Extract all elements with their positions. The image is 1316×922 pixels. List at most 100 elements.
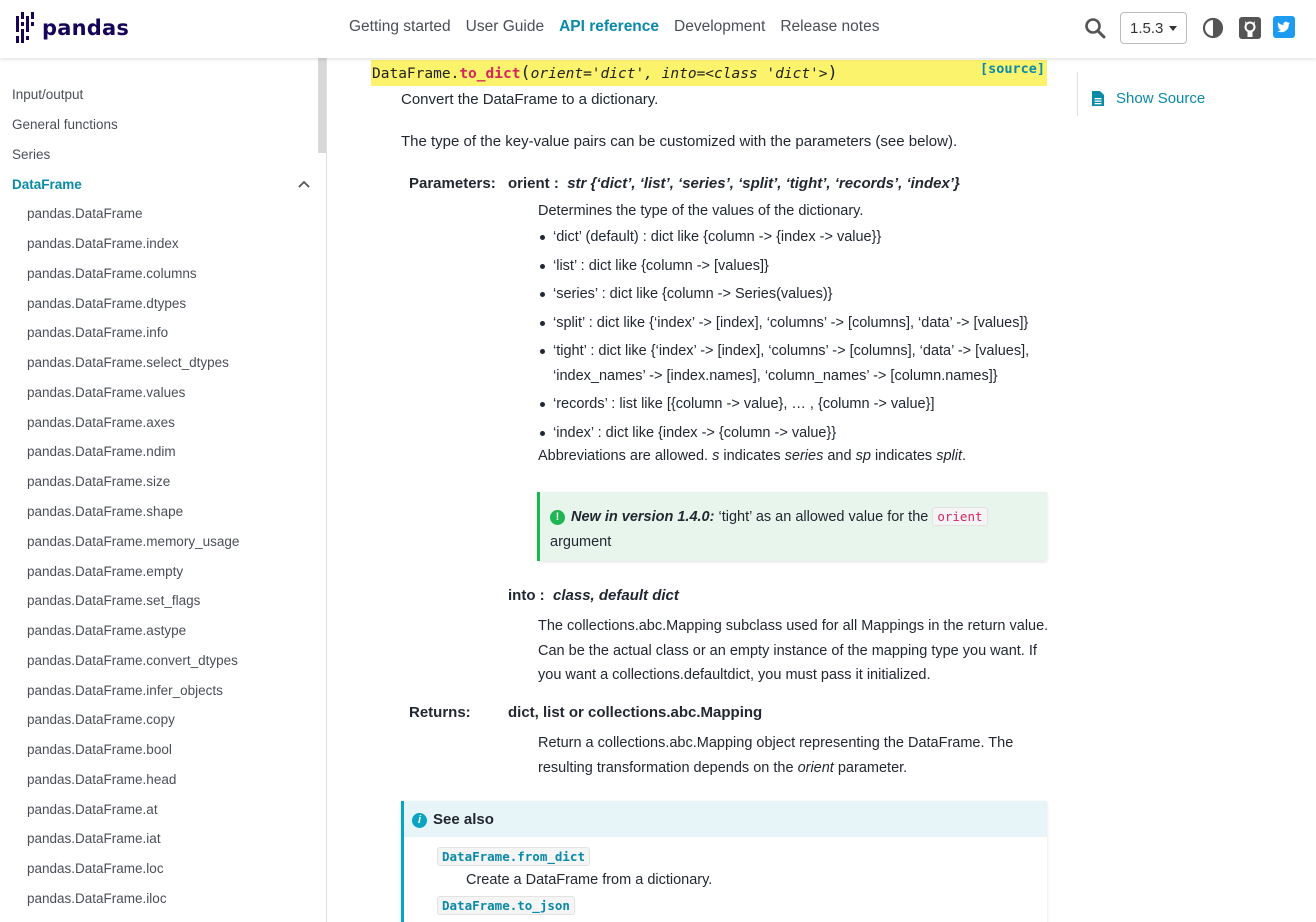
param-orient-description: Determines the type of the values of the… — [538, 203, 864, 219]
param-orient-name: orient — [508, 175, 550, 192]
nav-api-reference[interactable]: API reference — [559, 18, 659, 36]
sidebar-subitem[interactable]: pandas.DataFrame.select_dtypes — [27, 355, 229, 370]
sidebar-subitem[interactable]: pandas.DataFrame.shape — [27, 504, 183, 519]
returns-desc-part: Return a collections.abc.Mapping object … — [538, 735, 1014, 776]
param-into-separator: : — [535, 587, 549, 604]
list-item: ‘list’ : dict like {column -> [values]} — [538, 254, 1053, 279]
signature-open-paren: ( — [520, 63, 531, 83]
function-signature: DataFrame.to_dict(orient='dict', into=<c… — [371, 60, 1047, 86]
orient-options-list: ‘dict’ (default) : dict like {column -> … — [538, 225, 1053, 449]
sidebar-subitem[interactable]: pandas.DataFrame — [27, 206, 143, 221]
sidebar-scrollbar[interactable] — [318, 58, 326, 153]
sidebar-subitem[interactable]: pandas.DataFrame.convert_dtypes — [27, 653, 238, 668]
sidebar-subitem[interactable]: pandas.DataFrame.iat — [27, 831, 161, 846]
document-icon — [1092, 91, 1104, 106]
twitter-icon[interactable] — [1273, 16, 1295, 38]
chevron-up-icon[interactable] — [298, 180, 310, 188]
theme-toggle-icon[interactable] — [1202, 17, 1224, 39]
top-navbar: pandas Getting started User Guide API re… — [0, 0, 1316, 58]
nav-user-guide[interactable]: User Guide — [466, 18, 544, 36]
sidebar-subitem[interactable]: pandas.DataFrame.columns — [27, 266, 197, 281]
sidebar-subitem[interactable]: pandas.DataFrame.at — [27, 802, 158, 817]
sidebar-subitem[interactable]: pandas.DataFrame.ndim — [27, 444, 176, 459]
sidebar-subitem[interactable]: pandas.DataFrame.head — [27, 772, 176, 787]
abbrev-part: Abbreviations are allowed. — [538, 448, 713, 464]
page-toc: Show Source — [1077, 72, 1277, 116]
list-item: ‘tight’ : dict like {‘index’ -> [index],… — [538, 339, 1053, 388]
signature-class: DataFrame. — [372, 66, 460, 82]
signature-value-into: =<class 'dict'> — [696, 66, 828, 82]
sidebar-item-general-functions[interactable]: General functions — [12, 117, 118, 132]
sidebar-subitem[interactable]: pandas.DataFrame.astype — [27, 623, 186, 638]
signature-close-paren: ) — [827, 63, 838, 83]
returns-desc-orient: orient — [797, 759, 834, 776]
list-item: ‘dict’ (default) : dict like {column -> … — [538, 225, 1053, 250]
list-item: ‘index’ : dict like {index -> {column ->… — [538, 421, 1053, 446]
list-item: ‘records’ : list like [{column -> value}… — [538, 392, 1053, 417]
see-also-title: i See also — [412, 811, 494, 828]
main-content: DataFrame.to_dict(orient='dict', into=<c… — [327, 58, 1067, 922]
sidebar-subitem[interactable]: pandas.DataFrame.axes — [27, 415, 175, 430]
nav-development[interactable]: Development — [674, 18, 765, 36]
see-also-desc-from-dict: Create a DataFrame from a dictionary. — [466, 872, 713, 888]
see-also-link-from-dict[interactable]: DataFrame.from_dict — [437, 847, 590, 866]
pandas-logo[interactable]: pandas — [16, 12, 129, 44]
sidebar-subitem[interactable]: pandas.DataFrame.empty — [27, 564, 183, 579]
github-icon[interactable] — [1239, 17, 1261, 39]
list-item: ‘split’ : dict like {‘index’ -> [index],… — [538, 311, 1053, 336]
sidebar-subitem[interactable]: pandas.DataFrame.memory_usage — [27, 534, 239, 549]
abbrev-sp: sp — [855, 448, 871, 464]
see-also-header: i See also — [404, 801, 1047, 837]
param-orient-type: str {‘dict’, ‘list’, ‘series’, ‘split’, … — [567, 175, 960, 192]
sidebar-subitem[interactable]: pandas.DataFrame.bool — [27, 742, 172, 757]
note-body: ‘tight’ as an allowed value for the — [714, 509, 933, 525]
signature-param-orient: orient — [530, 66, 584, 82]
exclamation-icon: ! — [550, 510, 565, 525]
returns-desc-part: parameter. — [833, 759, 908, 776]
show-source-link[interactable]: Show Source — [1092, 90, 1205, 107]
logo-text: pandas — [42, 16, 130, 40]
parameters-label: Parameters: — [409, 175, 496, 192]
sidebar-subitem[interactable]: pandas.DataFrame.size — [27, 474, 170, 489]
sidebar-item-dataframe[interactable]: DataFrame — [12, 177, 82, 192]
abbrev-series: series — [784, 448, 824, 464]
version-switcher[interactable]: 1.5.3 — [1120, 12, 1187, 44]
sidebar-subitem[interactable]: pandas.DataFrame.index — [27, 236, 179, 251]
pandas-logo-icon — [16, 12, 36, 44]
sidebar-subitem[interactable]: pandas.DataFrame.values — [27, 385, 185, 400]
sidebar-subitem[interactable]: pandas.DataFrame.iloc — [27, 891, 167, 906]
version-label: 1.5.3 — [1130, 19, 1164, 37]
returns-label: Returns: — [409, 704, 471, 721]
see-also-link-to-json[interactable]: DataFrame.to_json — [437, 896, 575, 915]
signature-text: DataFrame.to_dict(orient='dict', into=<c… — [372, 63, 838, 83]
sidebar-subitem[interactable]: pandas.DataFrame.copy — [27, 712, 175, 727]
param-into-heading: into : class, default dict — [508, 587, 679, 604]
sidebar-subitem[interactable]: pandas.DataFrame.set_flags — [27, 593, 200, 608]
returns-type: dict, list or collections.abc.Mapping — [508, 704, 763, 721]
sidebar-subitem[interactable]: pandas.DataFrame.infer_objects — [27, 683, 223, 698]
param-into-name: into — [508, 587, 536, 604]
abbrev-part: and — [823, 448, 856, 464]
see-also-title-text: See also — [433, 811, 494, 828]
param-orient-heading: orient : str {‘dict’, ‘list’, ‘series’, … — [508, 175, 960, 192]
abbrev-part: . — [962, 448, 967, 464]
sidebar-subitem[interactable]: pandas.DataFrame.loc — [27, 861, 164, 876]
sidebar-item-series[interactable]: Series — [12, 147, 50, 162]
note-text: ! New in version 1.4.0: ‘tight’ as an all… — [550, 504, 1040, 555]
nav-release-notes[interactable]: Release notes — [780, 18, 879, 36]
abbrev-part: indicates — [870, 448, 937, 464]
sidebar-subitem[interactable]: pandas.DataFrame.dtypes — [27, 296, 186, 311]
abbrev-split: split — [936, 448, 963, 464]
sidebar: Input/output General functions Series Da… — [0, 58, 327, 922]
sidebar-subitem[interactable]: pandas.DataFrame.info — [27, 325, 168, 340]
sidebar-item-input-output[interactable]: Input/output — [12, 87, 83, 102]
show-source-label: Show Source — [1116, 90, 1206, 107]
note-label: New in version 1.4.0: — [571, 509, 715, 525]
note-tail: argument — [550, 534, 612, 550]
abbrev-part: indicates — [719, 448, 785, 464]
source-link[interactable]: [source] — [980, 61, 1045, 77]
signature-function-name: to_dict — [459, 66, 521, 82]
chevron-down-icon — [1169, 25, 1178, 31]
search-icon[interactable] — [1084, 17, 1106, 39]
nav-getting-started[interactable]: Getting started — [349, 18, 451, 36]
